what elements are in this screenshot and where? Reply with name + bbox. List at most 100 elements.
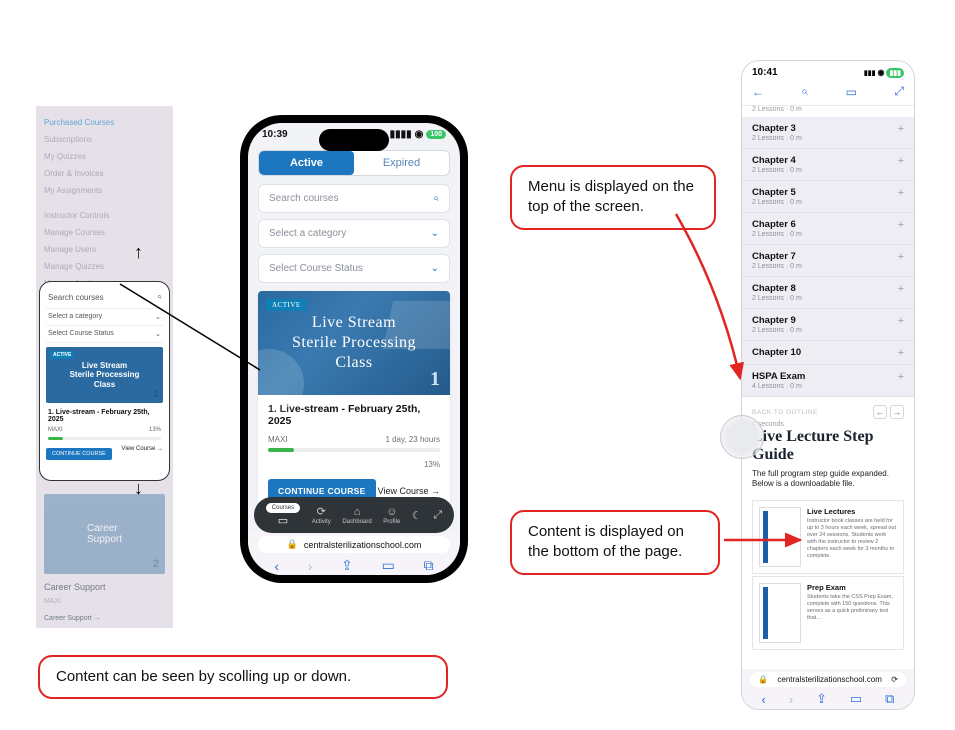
prev-button[interactable]: ← [873, 405, 887, 419]
sidebar-item[interactable]: Order & Invoices [42, 165, 167, 182]
sidebar-item[interactable]: Instructor Controls [42, 207, 167, 224]
chevron-down-icon: ⌄ [155, 330, 161, 338]
nav-dashboard[interactable]: ⌂ Dashboard [342, 506, 371, 525]
activity-icon: ⟳ [317, 505, 326, 518]
chapter-sub: 2 Lessons · 0 m [752, 199, 904, 206]
plus-icon: + [898, 123, 904, 135]
doc-title: Prep Exam [807, 583, 897, 592]
category-select[interactable]: Select a category ⌄ [258, 219, 450, 248]
search-input[interactable]: Search courses [258, 184, 450, 213]
tabs: Active Expired [258, 150, 450, 176]
bookmarks-icon[interactable]: ▭ [382, 557, 395, 574]
status-select[interactable]: Select Course Status ⌄ [258, 254, 450, 283]
phone-screen: 10:39 ▮▮▮▮ ◉ 100 Active Expired Search c… [248, 123, 460, 575]
expand-icon[interactable]: ⤢ [894, 84, 904, 99]
search-icon[interactable] [801, 84, 808, 99]
url-text: centralsterilizationschool.com [304, 540, 422, 550]
time-left: 1 day, 23 hours [385, 435, 440, 444]
active-badge: ACTIVE [266, 299, 307, 311]
search-input[interactable]: Search courses [46, 288, 163, 309]
forward-icon[interactable]: › [308, 558, 313, 574]
chapter-name: Chapter 7 [752, 251, 904, 262]
category-label: Select a category [269, 228, 346, 239]
content-header: BACK TO OUTLINE ← → [742, 397, 914, 421]
safari-bar: 🔒 centralsterilizationschool.com ⟳ ‹ › ⇪… [742, 669, 914, 709]
plus-icon: + [898, 251, 904, 263]
progress-bar [48, 437, 161, 440]
chapter-row[interactable]: Chapter 10+ [742, 341, 914, 365]
tabs-icon[interactable]: ⧉ [885, 691, 894, 707]
sidebar-item[interactable]: Manage Quizzes [42, 258, 167, 275]
safari-bar: 🔒 centralsterilizationschool.com ‹ › ⇪ ▭… [248, 533, 460, 575]
ghost-link[interactable]: Career Support → [44, 615, 165, 622]
down-arrow-icon: ↓ [134, 478, 143, 499]
tab-expired[interactable]: Expired [354, 151, 449, 175]
forward-icon[interactable]: › [789, 692, 793, 707]
sidebar-item[interactable]: Manage Courses [42, 224, 167, 241]
continue-course-button[interactable]: CONTINUE COURSE [46, 448, 112, 460]
course-number: 1 [153, 389, 159, 401]
share-icon[interactable]: ⇪ [816, 691, 827, 707]
nav-expand[interactable]: ⤢ [433, 509, 442, 522]
course-hero[interactable]: ACTIVE Live Stream Sterile Processing Cl… [46, 347, 163, 403]
status-bar: 10:41 ▮▮▮ ◉ ▮▮▮ [742, 61, 914, 80]
back-icon[interactable]: ‹ [761, 692, 765, 707]
bookmarks-icon[interactable]: ▭ [850, 691, 862, 707]
view-course-link[interactable]: View Course → [121, 446, 163, 452]
page-desc: The full program step guide expanded. Be… [742, 469, 914, 496]
chapter-row[interactable]: Chapter 42 Lessons · 0 m+ [742, 149, 914, 181]
battery-icon: ▮▮▮ [886, 68, 904, 78]
chapter-row[interactable]: Chapter 62 Lessons · 0 m+ [742, 213, 914, 245]
category-select[interactable]: Select a category ⌄ [46, 309, 163, 326]
ghost-heading: Career Support [44, 582, 165, 592]
view-course-link[interactable]: View Course → [378, 486, 440, 496]
chapter-row[interactable]: Chapter 82 Lessons · 0 m+ [742, 277, 914, 309]
book-icon: ▭ [278, 514, 288, 527]
chapter-row[interactable]: Chapter 52 Lessons · 0 m+ [742, 181, 914, 213]
nav-profile[interactable]: ☺ Profile [383, 506, 400, 525]
chapter-row[interactable]: Chapter 92 Lessons · 0 m+ [742, 309, 914, 341]
chapter-sub: 2 Lessons · 0 m [752, 295, 904, 302]
tab-active[interactable]: Active [259, 151, 354, 175]
progress-bar [268, 448, 440, 452]
lessons-pill: 2 Lessons · 0 m [742, 106, 914, 117]
url-bar[interactable]: 🔒 centralsterilizationschool.com [258, 536, 450, 553]
breadcrumb[interactable]: BACK TO OUTLINE [752, 409, 818, 416]
reload-icon[interactable]: ⟳ [891, 675, 898, 684]
chapter-row[interactable]: HSPA Exam4 Lessons · 0 m+ [742, 365, 914, 397]
plus-icon: + [898, 219, 904, 231]
search-icon [157, 292, 161, 302]
nav-courses[interactable]: Courses ▭ [266, 503, 300, 527]
tabs-icon[interactable]: ⧉ [424, 557, 434, 574]
back-icon[interactable]: ‹ [274, 558, 279, 574]
sidebar-item[interactable]: Manage Users [42, 241, 167, 258]
ghost-course-hero[interactable]: Career Support 2 [44, 494, 165, 574]
next-button[interactable]: → [890, 405, 904, 419]
nav-dark-mode[interactable]: ☾ [412, 509, 422, 522]
plus-icon: + [898, 371, 904, 383]
display-icon[interactable]: ▭ [846, 85, 857, 99]
chapter-sub: 2 Lessons · 0 m [752, 327, 904, 334]
sidebar-item[interactable]: My Quizzes [42, 148, 167, 165]
plus-icon: + [898, 187, 904, 199]
sidebar-item[interactable]: Purchased Courses [42, 114, 167, 131]
nav-activity[interactable]: ⟳ Activity [312, 505, 331, 525]
download-card[interactable]: Prep ExamStudents take the CSS Prep Exam… [752, 576, 904, 650]
status-select[interactable]: Select Course Status ⌄ [46, 326, 163, 343]
chapter-sub: 2 Lessons · 0 m [752, 231, 904, 238]
battery-icon: 100 [426, 130, 446, 139]
back-icon[interactable]: ← [752, 85, 764, 99]
chapter-row[interactable]: Chapter 72 Lessons · 0 m+ [742, 245, 914, 277]
share-icon[interactable]: ⇪ [341, 557, 353, 574]
doc-text: Instructor book classes are held for up … [807, 518, 897, 561]
download-card[interactable]: Live LecturesInstructor book classes are… [752, 500, 904, 574]
lock-icon: 🔒 [287, 539, 298, 550]
nav-label: Activity [312, 519, 331, 525]
course-hero[interactable]: ACTIVE Live Stream Sterile Processing Cl… [258, 291, 450, 395]
sidebar-item[interactable]: Subscriptions [42, 131, 167, 148]
dashboard-icon: ⌂ [354, 506, 361, 518]
doc-thumbnail [759, 583, 801, 643]
sidebar-item[interactable]: My Assignments [42, 182, 167, 199]
url-bar[interactable]: 🔒 centralsterilizationschool.com ⟳ [750, 672, 906, 687]
chapter-row[interactable]: Chapter 32 Lessons · 0 m+ [742, 117, 914, 149]
